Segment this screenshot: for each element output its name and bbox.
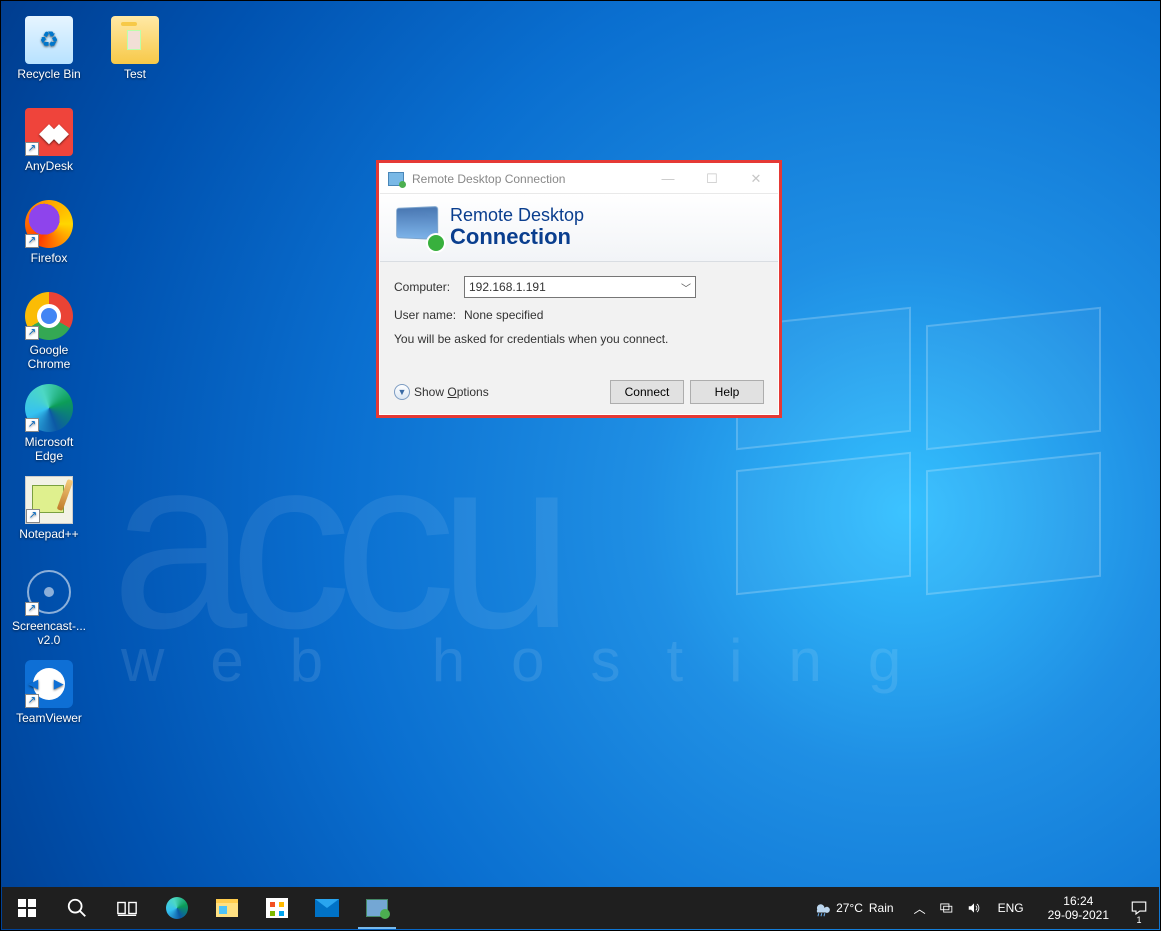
edge-icon: [166, 897, 188, 919]
teamviewer-icon: ↗: [25, 660, 73, 708]
rdc-window-highlight: Remote Desktop Connection — ☐ ✕ Remote D…: [376, 160, 782, 418]
desktop-icon-label: Microsoft Edge: [11, 436, 87, 464]
notepadpp-icon: ↗: [25, 476, 73, 524]
rdc-body: Computer: 192.168.1.191 ﹀ User name: Non…: [380, 262, 778, 414]
desktop-icon-label: Screencast-... v2.0: [11, 620, 87, 648]
taskbar: 27°C Rain ︿ ENG 16:24 29-09-2021 1: [2, 887, 1159, 929]
username-value: None specified: [464, 308, 543, 322]
show-options-toggle[interactable]: ▼ Show Options: [394, 384, 489, 400]
desktop-icon-screencast[interactable]: ↗ Screencast-... v2.0: [11, 568, 87, 648]
action-center-button[interactable]: 1: [1119, 887, 1159, 929]
taskbar-app-mail[interactable]: [302, 887, 352, 929]
desktop-icon-label: Recycle Bin: [17, 68, 80, 82]
desktop-icons-column-2: Test: [97, 16, 173, 108]
shortcut-badge-icon: ↗: [25, 418, 39, 432]
desktop-icon-label: TeamViewer: [16, 712, 82, 726]
rdc-titlebar[interactable]: Remote Desktop Connection — ☐ ✕: [380, 164, 778, 194]
desktop-icon-recycle-bin[interactable]: Recycle Bin: [11, 16, 87, 96]
ms-store-icon: [266, 898, 288, 918]
connect-button[interactable]: Connect: [610, 380, 684, 404]
rdc-icon: [366, 899, 388, 917]
taskbar-weather[interactable]: 27°C Rain: [802, 887, 904, 929]
network-icon[interactable]: [938, 901, 954, 915]
desktop-icon-chrome[interactable]: ↗ Google Chrome: [11, 292, 87, 372]
shortcut-badge-icon: ↗: [25, 694, 39, 708]
windows-start-icon: [18, 899, 36, 917]
computer-combobox[interactable]: 192.168.1.191 ﹀: [464, 276, 696, 298]
shortcut-badge-icon: ↗: [25, 142, 39, 156]
task-view-button[interactable]: [102, 887, 152, 929]
folder-icon: [111, 16, 159, 64]
desktop-icon-test-folder[interactable]: Test: [97, 16, 173, 96]
desktop-icon-label: AnyDesk: [25, 160, 73, 174]
search-button[interactable]: [52, 887, 102, 929]
rdc-app-icon: [388, 172, 404, 186]
desktop-icon-teamviewer[interactable]: ↗ TeamViewer: [11, 660, 87, 740]
rdc-banner-icon: [394, 207, 442, 249]
desktop-icon-anydesk[interactable]: ↗ AnyDesk: [11, 108, 87, 188]
remote-desktop-connection-window: Remote Desktop Connection — ☐ ✕ Remote D…: [379, 163, 779, 415]
shortcut-badge-icon: ↗: [26, 509, 40, 523]
credentials-hint: You will be asked for credentials when y…: [394, 332, 764, 346]
shortcut-badge-icon: ↗: [25, 602, 39, 616]
watermark-webhosting: web hosting: [121, 626, 947, 695]
notification-count: 1: [1136, 915, 1141, 925]
start-button[interactable]: [2, 887, 52, 929]
firefox-icon: ↗: [25, 200, 73, 248]
screencast-icon: ↗: [25, 568, 73, 616]
taskbar-app-file-explorer[interactable]: [202, 887, 252, 929]
volume-icon[interactable]: [966, 901, 982, 915]
edge-icon: ↗: [25, 384, 73, 432]
show-options-label: Show Options: [414, 385, 489, 399]
desktop-icon-edge[interactable]: ↗ Microsoft Edge: [11, 384, 87, 464]
desktop-icon-label: Notepad++: [19, 528, 78, 542]
desktop-icons-column-1: Recycle Bin ↗ AnyDesk ↗ Firefox ↗ Google…: [11, 16, 101, 752]
help-button[interactable]: Help: [690, 380, 764, 404]
taskbar-app-edge[interactable]: [152, 887, 202, 929]
username-label: User name:: [394, 308, 464, 322]
taskbar-app-ms-store[interactable]: [252, 887, 302, 929]
desktop-icon-notepadpp[interactable]: ↗ Notepad++: [11, 476, 87, 556]
weather-temp: 27°C: [836, 901, 863, 915]
watermark-accu: accu: [111, 401, 557, 683]
shortcut-badge-icon: ↗: [25, 326, 39, 340]
shortcut-badge-icon: ↗: [25, 234, 39, 248]
computer-label: Computer:: [394, 280, 464, 294]
mail-icon: [315, 899, 339, 917]
chevron-down-icon: ▼: [394, 384, 410, 400]
taskbar-time: 16:24: [1048, 894, 1109, 908]
file-explorer-icon: [216, 899, 238, 917]
rdc-banner-line1: Remote Desktop: [450, 206, 584, 226]
chevron-down-icon: ﹀: [681, 280, 691, 295]
minimize-button[interactable]: —: [646, 164, 690, 194]
system-tray: ︿ ENG: [904, 900, 1038, 917]
maximize-button[interactable]: ☐: [690, 164, 734, 194]
anydesk-icon: ↗: [25, 108, 73, 156]
desktop-icon-label: Google Chrome: [11, 344, 87, 372]
desktop-icon-label: Test: [124, 68, 146, 82]
taskbar-date: 29-09-2021: [1048, 908, 1109, 922]
weather-rain-icon: [812, 899, 830, 917]
computer-value: 192.168.1.191: [469, 280, 546, 294]
language-indicator[interactable]: ENG: [994, 901, 1028, 915]
taskbar-app-remote-desktop[interactable]: [352, 887, 402, 929]
rdc-banner-line2: Connection: [450, 225, 584, 249]
rdc-banner: Remote Desktop Connection: [380, 194, 778, 262]
recycle-bin-icon: [25, 16, 73, 64]
close-button[interactable]: ✕: [734, 164, 778, 194]
chrome-icon: ↗: [25, 292, 73, 340]
desktop-root: accu web hosting Recycle Bin ↗ AnyDesk ↗…: [1, 1, 1160, 930]
desktop-icon-label: Firefox: [31, 252, 68, 266]
desktop-icon-firefox[interactable]: ↗ Firefox: [11, 200, 87, 280]
rdc-title-text: Remote Desktop Connection: [412, 172, 565, 186]
taskbar-clock[interactable]: 16:24 29-09-2021: [1038, 894, 1119, 923]
search-icon: [66, 897, 88, 919]
weather-desc: Rain: [869, 901, 894, 915]
task-view-icon: [116, 897, 138, 919]
tray-overflow-button[interactable]: ︿: [914, 900, 926, 917]
